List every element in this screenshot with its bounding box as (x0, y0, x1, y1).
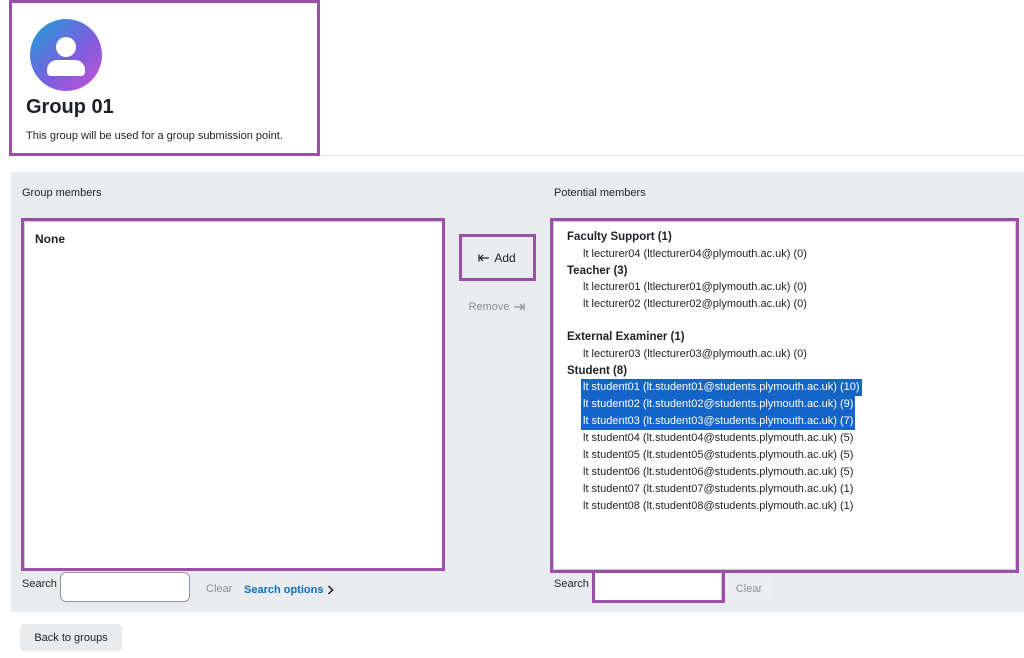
avatar-head (56, 37, 76, 57)
group-members-list[interactable]: None (24, 221, 443, 570)
list-item-selected[interactable]: lt student03 (lt.student03@students.plym… (554, 413, 1015, 430)
list-item[interactable]: lt student06 (lt.student06@students.plym… (554, 464, 1015, 481)
back-to-groups-button[interactable]: Back to groups (20, 624, 122, 651)
optgroup-external-examiner: External Examiner (1) lt lecturer03 (ltl… (554, 329, 1015, 363)
optgroup-label: Teacher (3) (567, 264, 628, 277)
members-search-label: Search (22, 578, 57, 590)
potential-members-label: Potential members (554, 187, 646, 199)
list-item[interactable]: lt student07 (lt.student07@students.plym… (554, 481, 1015, 498)
remove-button[interactable]: Remove (458, 296, 536, 318)
list-item[interactable]: lt lecturer03 (ltlecturer03@plymouth.ac.… (554, 346, 1015, 363)
members-search-input[interactable] (60, 572, 190, 602)
arrow-right-to-bar-icon (514, 303, 526, 311)
avatar-body (47, 60, 85, 76)
optgroup-teacher: Teacher (3) lt lecturer01 (ltlecturer01@… (554, 263, 1015, 314)
group-members-label: Group members (22, 187, 102, 199)
optgroup-student: Student (8) lt student01 (lt.student01@s… (554, 363, 1015, 516)
search-options-label: Search options (244, 584, 324, 596)
potential-search-label: Search (554, 578, 589, 590)
group-title: Group 01 (26, 96, 114, 118)
group-avatar-icon (30, 19, 102, 91)
list-item-none[interactable]: None (35, 232, 65, 246)
add-button-label: Add (494, 251, 516, 265)
optgroup-faculty-support: Faculty Support (1) lt lecturer04 (ltlec… (554, 229, 1015, 263)
chevron-right-icon (328, 585, 335, 595)
list-item[interactable]: lt student08 (lt.student08@students.plym… (554, 498, 1015, 515)
list-item[interactable]: lt lecturer01 (ltlecturer01@plymouth.ac.… (554, 279, 1015, 296)
list-item[interactable]: lt student05 (lt.student05@students.plym… (554, 447, 1015, 464)
list-item[interactable]: lt student04 (lt.student04@students.plym… (554, 430, 1015, 447)
optgroup-label: Student (8) (567, 364, 628, 377)
potential-members-list[interactable]: Faculty Support (1) lt lecturer04 (ltlec… (553, 221, 1016, 570)
list-item-selected[interactable]: lt student01 (lt.student01@students.plym… (554, 379, 1015, 396)
optgroup-label: Faculty Support (1) (567, 231, 672, 243)
optgroup-label: External Examiner (1) (567, 331, 685, 343)
arrow-left-to-bar-icon (478, 254, 490, 262)
potential-search-input[interactable] (594, 572, 722, 602)
add-button[interactable]: Add (462, 238, 532, 278)
list-item[interactable]: lt lecturer02 (ltlecturer02@plymouth.ac.… (554, 296, 1015, 313)
list-item[interactable]: lt lecturer04 (ltlecturer04@plymouth.ac.… (554, 246, 1015, 263)
remove-button-label: Remove (468, 301, 510, 313)
potential-clear-button[interactable]: Clear (726, 577, 772, 601)
members-clear-button[interactable]: Clear (200, 582, 238, 596)
group-description: This group will be used for a group subm… (26, 130, 283, 142)
search-options-link[interactable]: Search options (244, 584, 335, 596)
list-item-selected[interactable]: lt student02 (lt.student02@students.plym… (554, 396, 1015, 413)
